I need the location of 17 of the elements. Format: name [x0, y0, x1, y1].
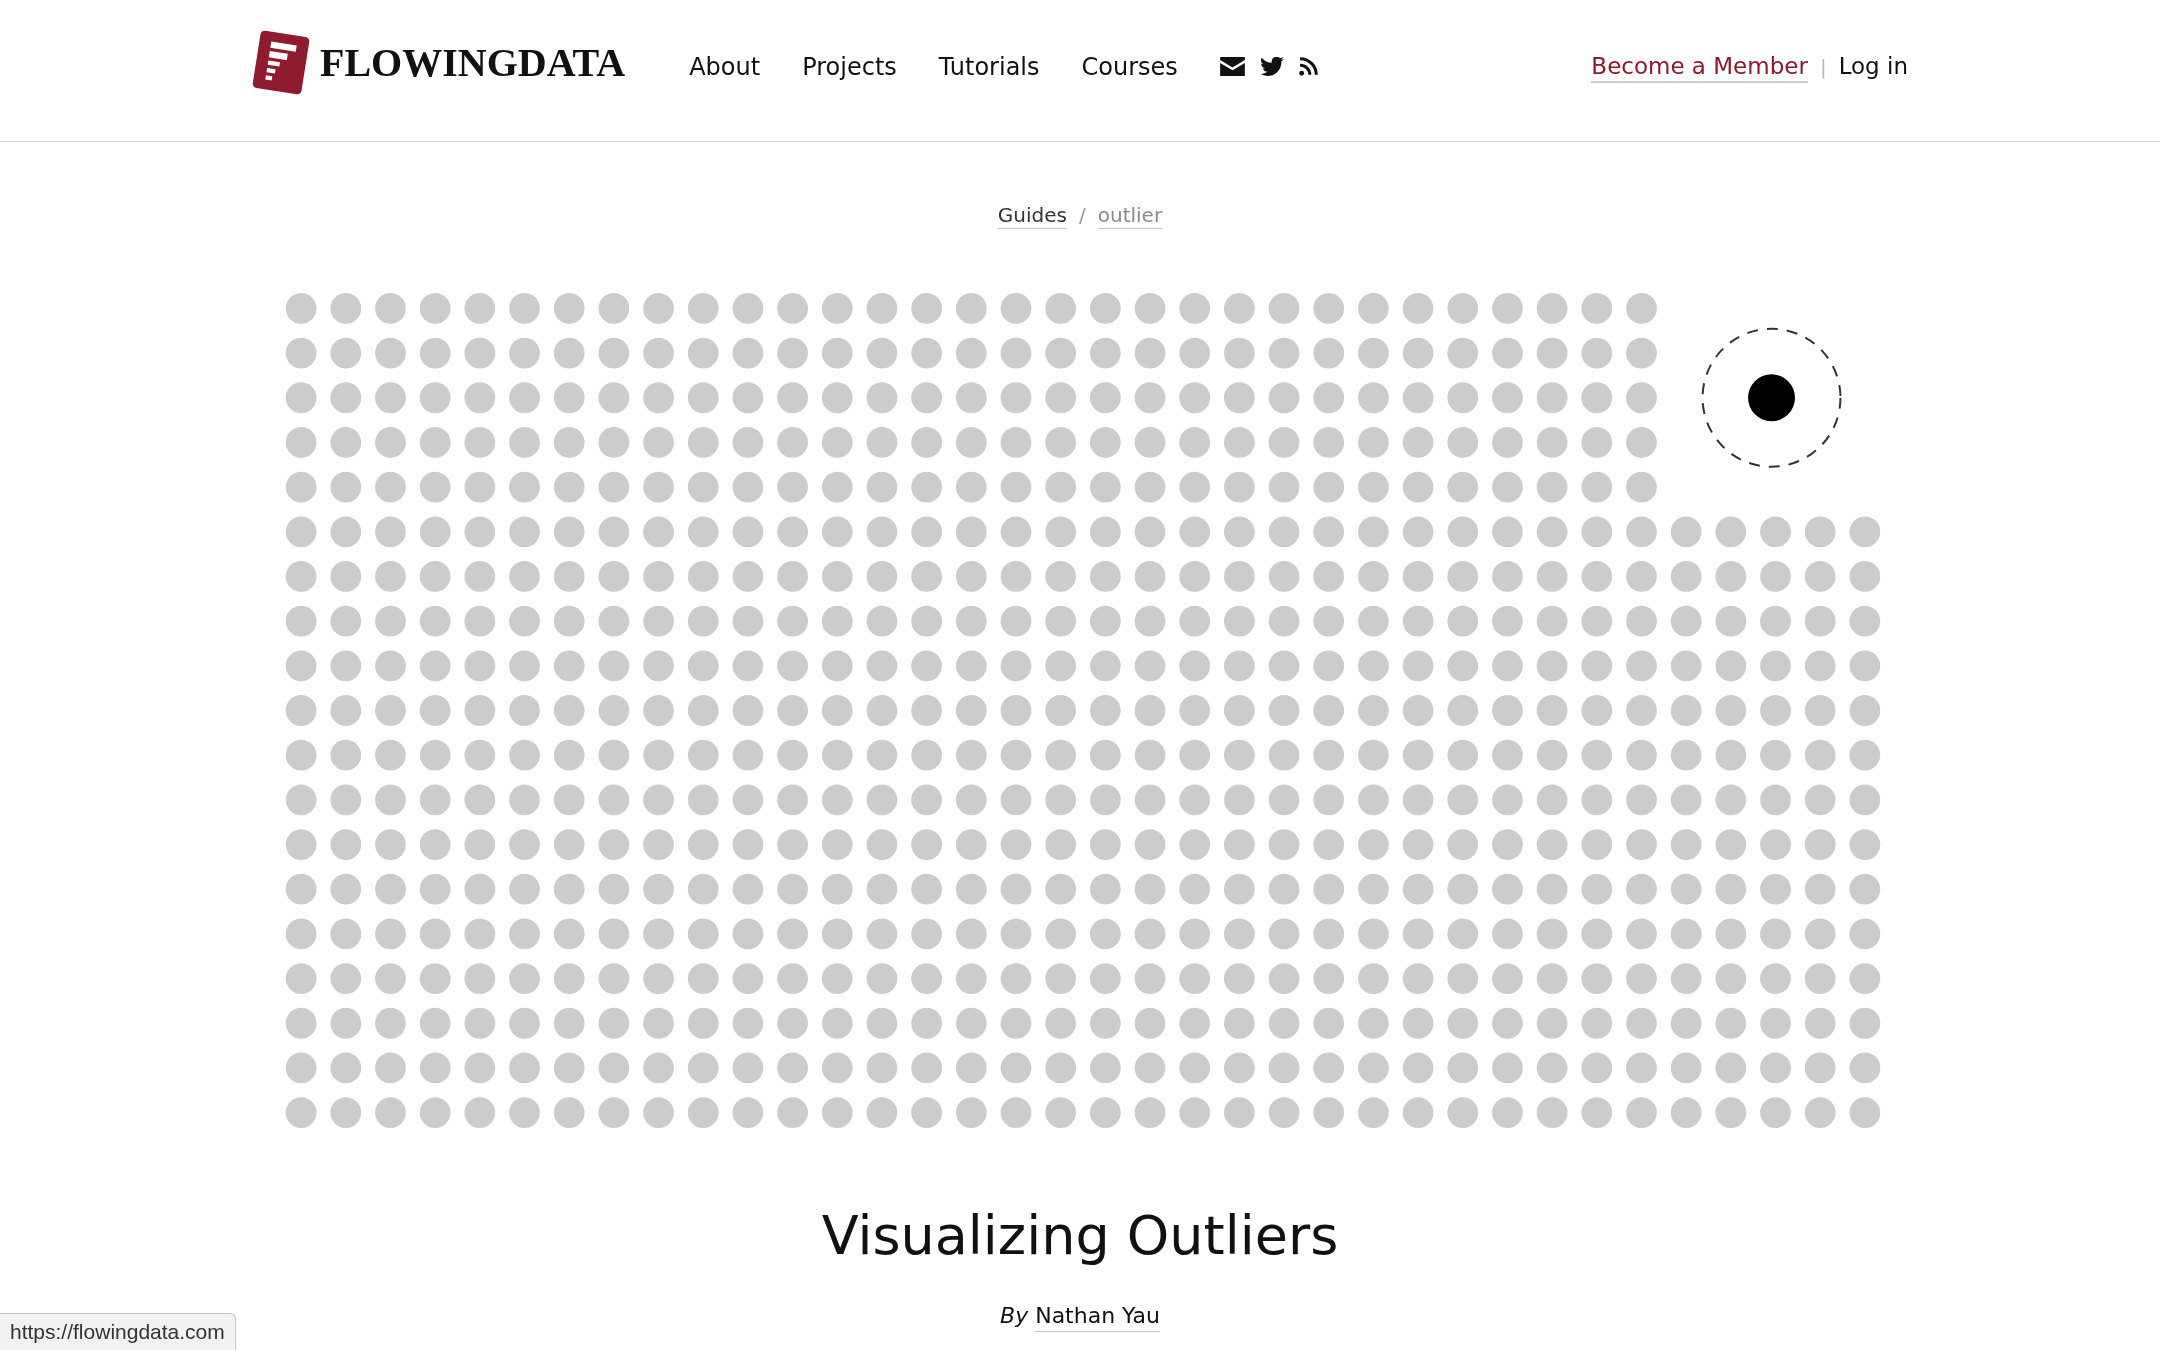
- status-url: https://flowingdata.com: [0, 1313, 236, 1350]
- mail-icon[interactable]: [1219, 57, 1245, 76]
- rss-icon[interactable]: [1298, 57, 1318, 76]
- login-link[interactable]: Log in: [1838, 50, 1908, 81]
- member-link[interactable]: Become a Member: [1591, 50, 1808, 83]
- nav-link[interactable]: About: [689, 51, 761, 82]
- bird-icon[interactable]: [1259, 57, 1284, 76]
- nav-link[interactable]: Projects: [802, 51, 897, 82]
- logo-wordmark[interactable]: FLOWINGDATA: [320, 42, 626, 83]
- nav-link[interactable]: Courses: [1081, 51, 1178, 82]
- separator: |: [1819, 53, 1827, 81]
- author-link[interactable]: Nathan Yau: [1035, 1301, 1160, 1332]
- article-title: Visualizing Outliers: [821, 1204, 1339, 1268]
- breadcrumb-link[interactable]: Guides: [997, 202, 1067, 229]
- breadcrumb-separator: /: [1079, 202, 1086, 228]
- byline-prefix: By: [1000, 1302, 1029, 1330]
- nav-link[interactable]: Tutorials: [938, 51, 1040, 82]
